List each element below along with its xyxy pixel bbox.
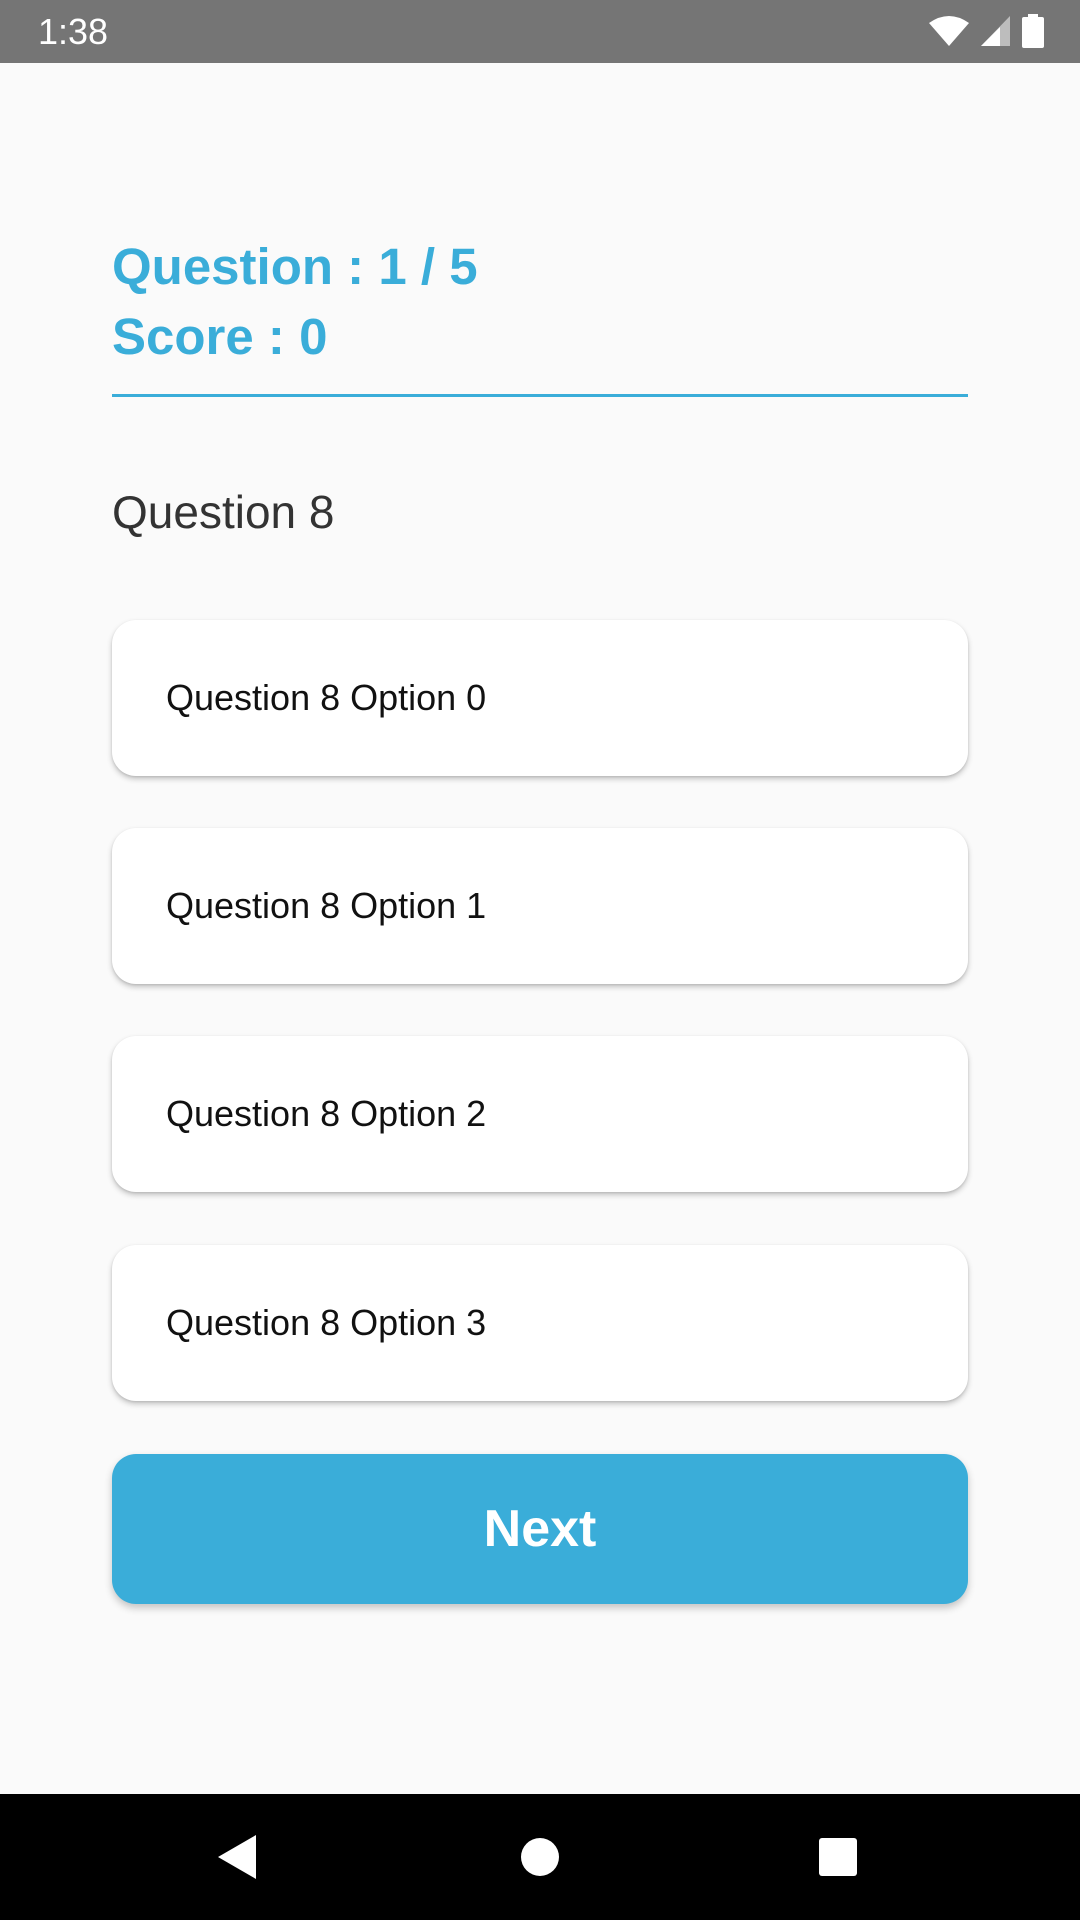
option-button-0[interactable]: Question 8 Option 0	[112, 620, 968, 776]
score-label: Score : 0	[112, 308, 328, 365]
quiz-header: Question : 1 / 5 Score : 0	[112, 232, 968, 372]
option-button-2[interactable]: Question 8 Option 2	[112, 1036, 968, 1192]
option-label: Question 8 Option 0	[166, 677, 487, 718]
question-counter: Question : 1 / 5	[112, 238, 478, 295]
next-button-label: Next	[483, 1500, 597, 1558]
status-time: 1:38	[38, 11, 109, 52]
question-text: Question 8	[112, 486, 335, 538]
navigation-bar	[0, 1794, 1080, 1920]
cell-signal-icon	[980, 15, 1012, 47]
option-button-3[interactable]: Question 8 Option 3	[112, 1245, 968, 1401]
option-button-1[interactable]: Question 8 Option 1	[112, 828, 968, 984]
wifi-icon	[928, 15, 970, 47]
back-icon[interactable]	[178, 1794, 298, 1920]
option-label: Question 8 Option 3	[166, 1302, 487, 1343]
option-label: Question 8 Option 1	[166, 885, 487, 926]
next-button[interactable]: Next	[112, 1454, 968, 1604]
home-icon[interactable]	[480, 1794, 600, 1920]
header-divider	[112, 394, 968, 397]
option-label: Question 8 Option 2	[166, 1093, 487, 1134]
recents-icon[interactable]	[778, 1794, 898, 1920]
battery-icon	[1022, 14, 1044, 48]
status-icons	[928, 14, 1044, 48]
status-bar: 1:38	[0, 0, 1080, 63]
